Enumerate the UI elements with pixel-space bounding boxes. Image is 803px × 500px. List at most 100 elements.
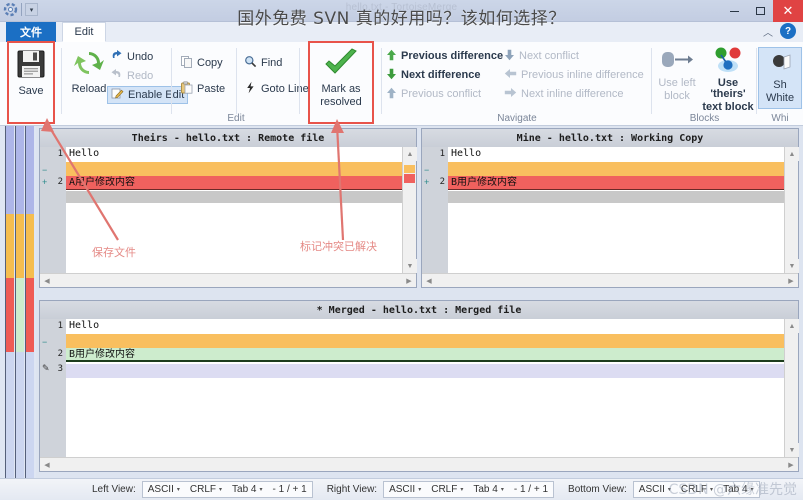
pane-theirs: Theirs - hello.txt : Remote file 1 − + 2… (39, 128, 417, 288)
title-bar: ▾ hello.txt - TortoiseMerge ✕ (0, 0, 803, 22)
bottom-view-eol[interactable]: CRLF ▾ (676, 481, 718, 498)
use-theirs-text-block-button[interactable]: Use 'theirs' text block (700, 47, 756, 113)
use-left-block-button: Use left block (654, 47, 700, 102)
scroll-right-icon[interactable]: ▶ (784, 274, 798, 287)
left-view-eol[interactable]: CRLF ▾ (185, 481, 227, 498)
ribbon-group-navigate: Previous difference Next difference Prev… (382, 42, 652, 126)
next-difference-button[interactable]: Next difference (386, 66, 480, 84)
overview-bar-left[interactable] (5, 126, 14, 478)
scroll-left-icon[interactable]: ◀ (422, 274, 436, 287)
text-row-empty[interactable] (66, 162, 402, 176)
pane-mine-hscrollbar[interactable]: ◀ ▶ (422, 273, 798, 287)
right-view-eol[interactable]: CRLF ▾ (426, 481, 468, 498)
text-row[interactable]: Hello (66, 319, 784, 333)
minimize-button[interactable] (721, 0, 747, 22)
pane-theirs-text[interactable]: Hello A用户修改内容 (66, 147, 402, 273)
help-icon[interactable]: ? (780, 23, 796, 39)
row-text: Hello (69, 320, 100, 331)
pane-merged-hscrollbar[interactable]: ◀ ▶ (40, 457, 798, 471)
scroll-right-icon[interactable]: ▶ (402, 274, 416, 287)
scroll-down-icon[interactable]: ▼ (785, 259, 799, 273)
chevron-down-icon: ▾ (667, 487, 671, 493)
line-number: 2 (439, 177, 445, 187)
find-button[interactable]: Find (244, 54, 282, 72)
pane-theirs-gutter: 1 − + 2 (40, 147, 66, 273)
text-row-empty[interactable] (66, 334, 784, 348)
left-view-counts: - 1 / + 1 (272, 484, 307, 495)
text-row-edited[interactable] (66, 364, 784, 378)
pane-merged-vscrollbar[interactable]: ▲ ▼ (784, 319, 799, 457)
previous-inline-difference-label: Previous inline difference (521, 69, 644, 81)
pane-mine-text[interactable]: Hello B用户修改内容 (448, 147, 784, 273)
line-marker-removed: − (424, 165, 430, 175)
floppy-disk-icon (14, 47, 48, 84)
chevron-down-icon: ▾ (418, 487, 422, 493)
mark-as-resolved-button[interactable]: Mark as resolved (308, 47, 374, 108)
line-marker-removed: − (42, 165, 48, 175)
text-row-resolved[interactable]: B用户修改内容 (66, 348, 784, 362)
pane-theirs-vscrollbar[interactable]: ▲ ▼ (402, 147, 417, 273)
pane-merged-text[interactable]: Hello B用户修改内容 (66, 319, 784, 457)
text-row-conflict[interactable]: A用户修改内容 (66, 176, 402, 190)
green-check-icon (323, 47, 359, 82)
scroll-down-icon[interactable]: ▼ (403, 259, 417, 273)
pane-merged-title: * Merged - hello.txt : Merged file (40, 301, 798, 319)
ribbon-collapse-icon[interactable]: ︿ (763, 24, 773, 39)
left-view-encoding[interactable]: ASCII ▾ (143, 481, 185, 498)
pane-theirs-hscrollbar[interactable]: ◀ ▶ (40, 273, 416, 287)
undo-button[interactable]: Undo (110, 48, 153, 66)
line-marker-added: + (424, 177, 430, 187)
show-whitespaces-label-2: White (765, 91, 795, 104)
right-view-encoding[interactable]: ASCII ▾ (384, 481, 426, 498)
status-right-view: Right View: ASCII ▾ CRLF ▾ Tab 4 ▾ - 1 / + … (321, 481, 555, 499)
tab-file[interactable]: 文件 (6, 22, 56, 42)
row-text: B用户修改内容 (69, 349, 136, 360)
pane-mine-vscrollbar[interactable]: ▲ ▼ (784, 147, 799, 273)
text-row-filler (66, 191, 402, 203)
show-whitespaces-toggle[interactable]: Sh White (758, 47, 802, 109)
right-view-tab[interactable]: Tab 4 ▾ (468, 481, 508, 498)
ribbon-group-resolve: Mark as resolved (300, 42, 382, 126)
scroll-up-icon[interactable]: ▲ (403, 147, 417, 161)
paste-button[interactable]: Paste (180, 80, 225, 98)
bottom-view-encoding[interactable]: ASCII ▾ (634, 481, 676, 498)
line-number: 1 (57, 321, 63, 331)
scroll-marker-orange (404, 165, 415, 173)
window-controls: ✕ (721, 0, 803, 22)
use-left-block-label-2: block (664, 90, 690, 102)
left-view-tab[interactable]: Tab 4 ▾ (227, 481, 267, 498)
status-bottom-view: Bottom View: ASCII ▾ CRLF ▾ Tab 4 ▾ (562, 481, 760, 499)
maximize-button[interactable] (747, 0, 773, 22)
chevron-down-icon: ▾ (259, 487, 263, 493)
overview-bar-right[interactable] (25, 126, 34, 478)
line-number: 1 (439, 149, 445, 159)
close-button[interactable]: ✕ (773, 0, 803, 22)
scroll-down-icon[interactable]: ▼ (785, 443, 799, 457)
pane-merged-gutter: 1 − 2 ✎ 3 (40, 319, 66, 457)
scroll-left-icon[interactable]: ◀ (40, 274, 54, 287)
whitespace-icon (768, 53, 792, 78)
line-marker-removed: − (42, 337, 48, 347)
scroll-right-icon[interactable]: ▶ (784, 458, 798, 471)
redo-button: Redo (110, 67, 153, 85)
copy-button[interactable]: Copy (180, 54, 223, 72)
text-row-filler (448, 191, 784, 203)
copy-icon (180, 55, 193, 71)
scroll-up-icon[interactable]: ▲ (785, 147, 799, 161)
text-row-empty[interactable] (448, 162, 784, 176)
scroll-up-icon[interactable]: ▲ (785, 319, 799, 333)
reload-button[interactable]: Reload (66, 47, 112, 95)
text-row-conflict[interactable]: B用户修改内容 (448, 176, 784, 190)
overview-bar-middle[interactable] (15, 126, 24, 478)
save-button[interactable]: Save (11, 47, 51, 97)
text-row[interactable]: Hello (448, 147, 784, 161)
pane-mine-title: Mine - hello.txt : Working Copy (422, 129, 798, 147)
right-view-label: Right View: (326, 484, 378, 495)
bottom-view-tab[interactable]: Tab 4 ▾ (718, 481, 758, 498)
lightning-icon (244, 81, 257, 97)
text-row[interactable]: Hello (66, 147, 402, 161)
tab-edit[interactable]: Edit (62, 22, 106, 42)
scroll-left-icon[interactable]: ◀ (40, 458, 54, 471)
paste-icon (180, 81, 193, 97)
previous-difference-button[interactable]: Previous difference (386, 47, 503, 65)
